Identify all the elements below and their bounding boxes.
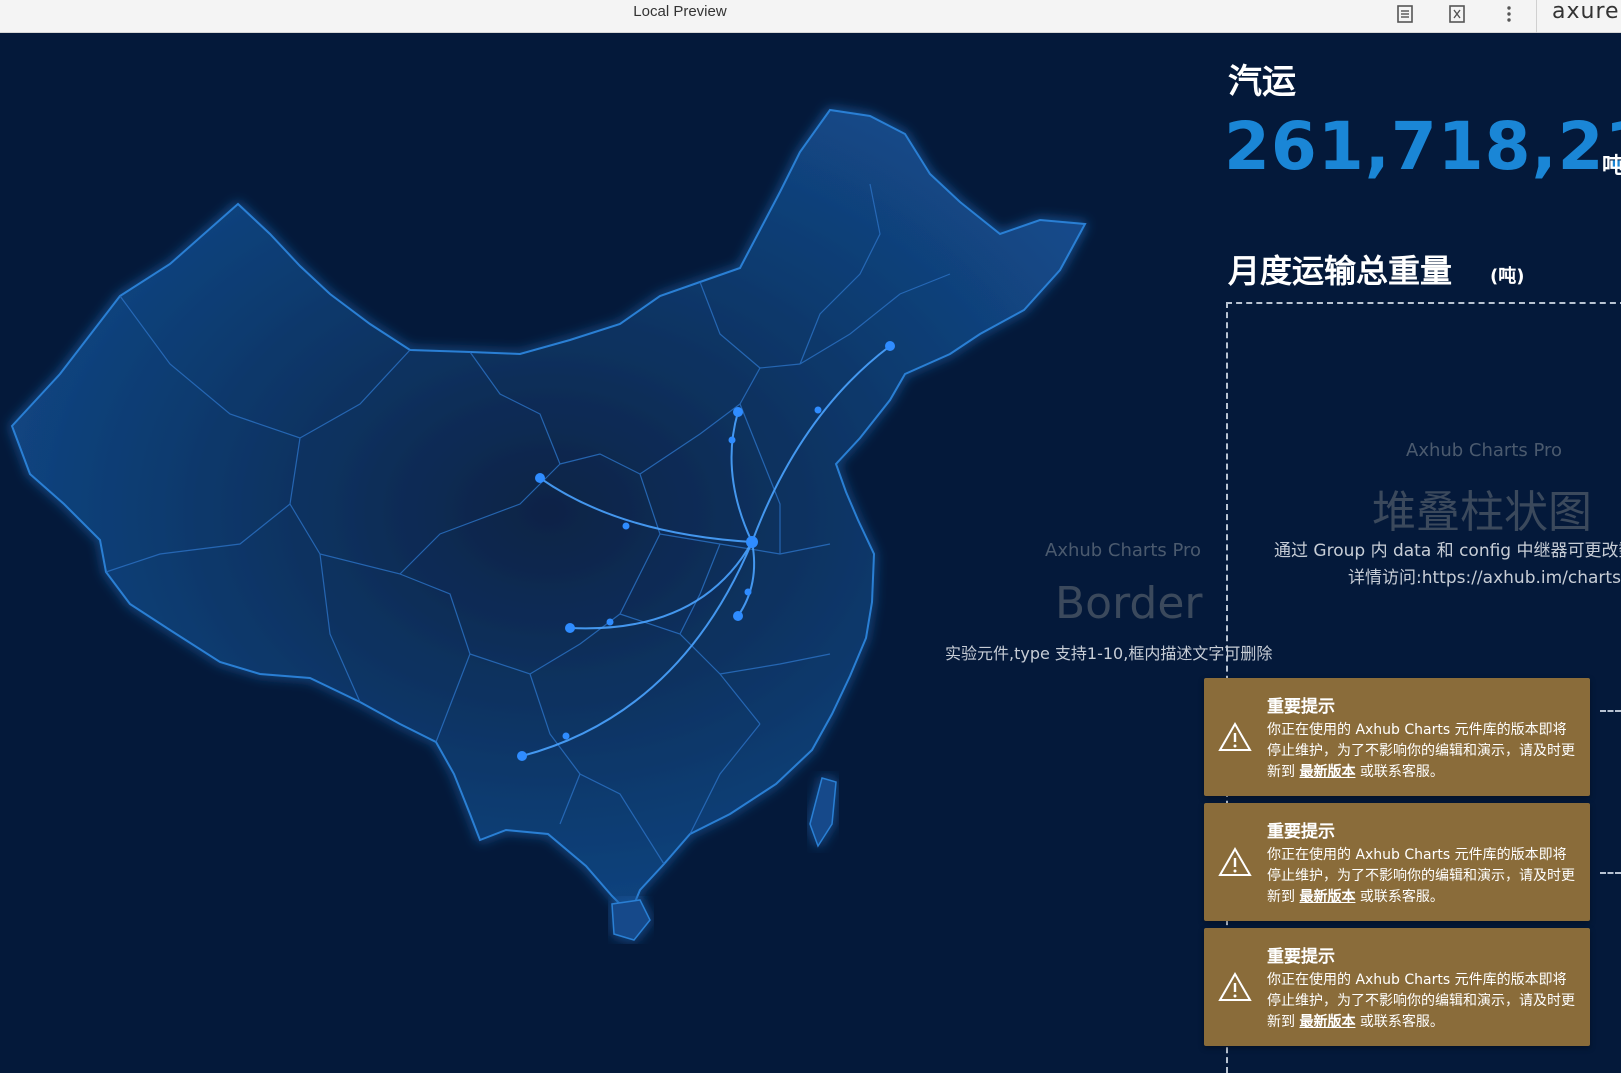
city-node: [565, 623, 575, 633]
transport-type-label: 汽运: [1228, 62, 1296, 102]
placeholder-border-line: [1600, 872, 1621, 874]
notice-card: 重要提示 你正在使用的 Axhub Charts 元件库的版本即将停止维护，为了…: [1204, 928, 1590, 1046]
toolbar-divider: [1536, 0, 1537, 33]
chart-brand-label: Axhub Charts Pro: [1406, 440, 1563, 461]
city-node: [535, 473, 545, 483]
notice-body: 你正在使用的 Axhub Charts 元件库的版本即将停止维护，为了不影响你的…: [1267, 720, 1579, 783]
flow-particle: [562, 732, 570, 740]
flow-particle: [728, 436, 736, 444]
china-map-svg: [10, 108, 1087, 941]
flow-particle: [606, 618, 614, 626]
notice-text: 或联系客服。: [1355, 1014, 1444, 1030]
border-type-label: Border: [1055, 578, 1203, 629]
more-icon[interactable]: [1496, 2, 1522, 26]
monthly-weight-unit: (吨): [1490, 266, 1525, 287]
chart-type-label: 堆叠柱状图: [1372, 487, 1592, 538]
warning-icon: [1218, 722, 1252, 751]
total-weight-unit: 吨: [1602, 154, 1621, 179]
taiwan-island: [809, 777, 837, 848]
border-description: 实验元件,type 支持1-10,框内描述文字可删除: [945, 644, 1273, 663]
total-weight-value: 261,718,213: [1224, 108, 1621, 185]
latest-version-link[interactable]: 最新版本: [1299, 889, 1355, 905]
flow-particle: [744, 588, 752, 596]
city-node: [733, 407, 743, 417]
placeholder-border-line: [1600, 710, 1621, 712]
monthly-weight-title: 月度运输总重量: [1228, 252, 1453, 290]
latest-version-link[interactable]: 最新版本: [1299, 1014, 1355, 1030]
hub-node: [746, 536, 758, 548]
stacked-bar-chart-placeholder[interactable]: Axhub Charts Pro 堆叠柱状图 通过 Group 内 data 和…: [1226, 302, 1621, 712]
axure-logo: axure: [1552, 0, 1620, 24]
notice-card: 重要提示 你正在使用的 Axhub Charts 元件库的版本即将停止维护，为了…: [1204, 678, 1590, 796]
notice-title: 重要提示: [1267, 822, 1335, 842]
city-node: [885, 341, 895, 351]
flow-particle: [622, 522, 630, 530]
city-node: [517, 751, 527, 761]
latest-version-link[interactable]: 最新版本: [1299, 764, 1355, 780]
chart-description: 通过 Group 内 data 和 config 中继器可更改数: [1274, 541, 1621, 561]
chart-link-text: 详情访问:https://axhub.im/charts: [1348, 568, 1621, 588]
city-node: [733, 611, 743, 621]
warning-icon: [1218, 847, 1252, 876]
notice-body: 你正在使用的 Axhub Charts 元件库的版本即将停止维护，为了不影响你的…: [1267, 845, 1579, 908]
preview-title: Local Preview: [633, 3, 727, 20]
notice-card: 重要提示 你正在使用的 Axhub Charts 元件库的版本即将停止维护，为了…: [1204, 803, 1590, 921]
flow-particle: [814, 406, 822, 414]
notice-title: 重要提示: [1267, 697, 1335, 717]
notice-body: 你正在使用的 Axhub Charts 元件库的版本即将停止维护，为了不影响你的…: [1267, 970, 1579, 1033]
notice-title: 重要提示: [1267, 947, 1335, 967]
hainan-island: [611, 899, 651, 941]
warning-icon: [1218, 972, 1252, 1001]
china-map: [0, 34, 1120, 954]
border-brand-label: Axhub Charts Pro: [1045, 540, 1202, 561]
document-icon[interactable]: [1392, 2, 1418, 26]
notice-text: 或联系客服。: [1355, 889, 1444, 905]
preview-topbar: Local Preview axure: [0, 0, 1621, 33]
map-outline: [10, 108, 1087, 916]
notice-text: 或联系客服。: [1355, 764, 1444, 780]
page-icon[interactable]: [1444, 2, 1470, 26]
